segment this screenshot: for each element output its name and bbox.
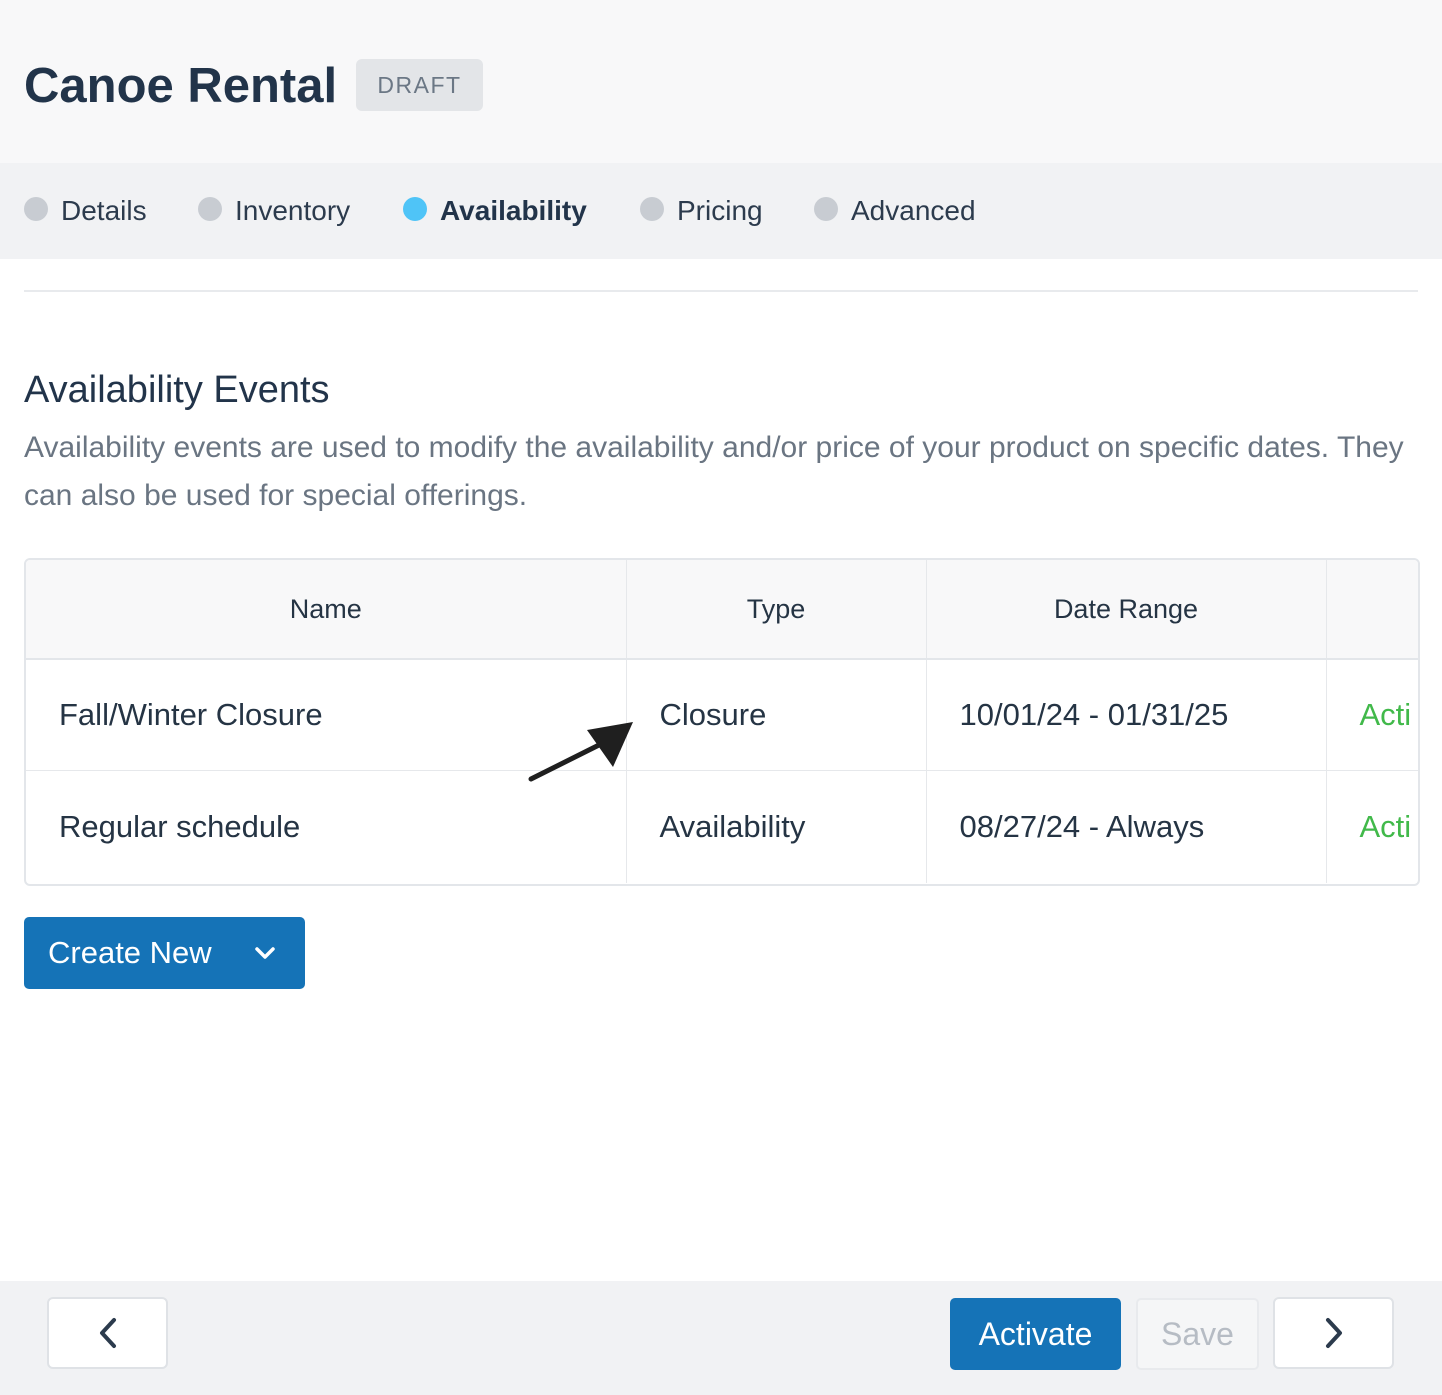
event-status: Acti (1326, 659, 1418, 771)
step-label: Pricing (677, 195, 763, 226)
section-title: Availability Events (24, 369, 330, 411)
step-label: Details (61, 195, 147, 226)
column-header-status (1326, 560, 1418, 660)
step-inventory[interactable]: Inventory (198, 163, 350, 259)
create-new-button[interactable]: Create New (24, 917, 305, 989)
event-type: Availability (626, 770, 927, 883)
event-date-range: 08/27/24 - Always (926, 770, 1327, 883)
table-row[interactable]: Fall/Winter Closure Closure 10/01/24 - 0… (26, 659, 1418, 771)
chevron-left-icon (99, 1318, 116, 1348)
page-header: Canoe Rental DRAFT (0, 0, 1442, 163)
next-button[interactable] (1273, 1297, 1394, 1369)
step-indicator-dot (403, 197, 427, 221)
create-new-label: Create New (48, 935, 212, 970)
step-pricing[interactable]: Pricing (640, 163, 763, 259)
chevron-down-icon (255, 947, 275, 959)
event-type: Closure (626, 659, 927, 771)
step-details[interactable]: Details (24, 163, 147, 259)
event-name[interactable]: Regular schedule (26, 770, 627, 883)
step-indicator-dot (198, 197, 222, 221)
step-label: Inventory (235, 195, 351, 226)
activate-button[interactable]: Activate (950, 1298, 1121, 1370)
chevron-right-icon (1325, 1318, 1342, 1348)
previous-button[interactable] (47, 1297, 168, 1369)
step-label: Availability (440, 195, 587, 226)
step-indicator-dot (814, 197, 838, 221)
step-label: Advanced (851, 195, 976, 226)
column-header-type[interactable]: Type (626, 560, 927, 660)
divider (24, 290, 1418, 292)
step-advanced[interactable]: Advanced (814, 163, 976, 259)
availability-events-table: Name Type Date Range Fall/Winter Closure… (24, 558, 1420, 886)
step-indicator-dot (640, 197, 664, 221)
arrow-icon (528, 722, 633, 782)
save-button[interactable]: Save (1136, 1298, 1259, 1370)
status-badge: DRAFT (356, 59, 483, 111)
column-header-date-range[interactable]: Date Range (926, 560, 1327, 660)
table-header-row: Name Type Date Range (26, 560, 1418, 660)
step-indicator-dot (24, 197, 48, 221)
column-header-name[interactable]: Name (26, 560, 627, 660)
section-description: Availability events are used to modify t… (24, 431, 1404, 512)
page-title: Canoe Rental (24, 59, 338, 113)
event-date-range: 10/01/24 - 01/31/25 (926, 659, 1327, 771)
footer-bar: Activate Save (0, 1281, 1442, 1395)
step-nav: Details Inventory Availability Pricing A… (0, 163, 1442, 259)
event-status: Acti (1326, 770, 1418, 883)
step-availability[interactable]: Availability (403, 163, 587, 259)
table-row[interactable]: Regular schedule Availability 08/27/24 -… (26, 770, 1418, 883)
